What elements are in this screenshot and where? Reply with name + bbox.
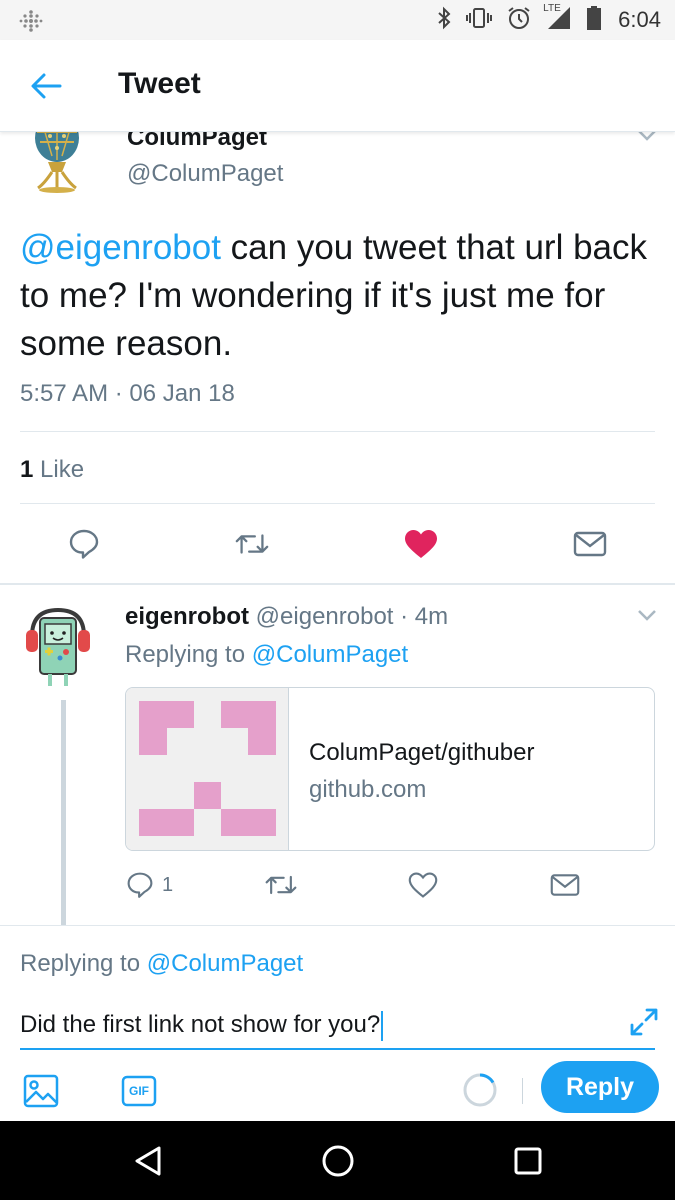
card-title: ColumPaget/githuber [309,739,535,766]
bmo-avatar-icon [26,607,90,686]
tweet-timestamp: 5:57 AM · 06 Jan 18 [20,380,235,407]
reply-author-meta: @eigenrobot · 4m [255,603,449,630]
image-icon [23,1074,59,1108]
replying-to: Replying to @ColumPaget [125,641,408,669]
likes-label: Like [40,456,85,483]
clock: 6:04 [618,7,661,32]
reply-author[interactable]: eigenrobot @eigenrobot · 4m [125,603,448,631]
divider [0,583,675,585]
card-domain: github.com [309,776,427,803]
retweet-icon [235,534,269,554]
reply-button-submit[interactable]: Reply [541,1061,659,1113]
back-button[interactable] [28,68,64,104]
nav-back-button[interactable] [126,1139,170,1183]
character-count-ring [462,1072,498,1108]
reply-author-name: eigenrobot [125,603,249,630]
reply-menu-button[interactable] [636,608,658,627]
compose-replying-label: Replying to [20,950,141,977]
reply-message-button[interactable] [550,870,580,900]
add-photo-button[interactable] [22,1072,60,1110]
triangle-back-icon [135,1146,161,1176]
gif-label: GIF [129,1084,149,1098]
input-underline [20,1048,655,1050]
replying-mention[interactable]: @ColumPaget [252,641,408,668]
replying-label: Replying to [125,641,246,668]
divider [20,431,655,432]
author-handle[interactable]: @ColumPaget [127,160,283,188]
battery-icon [586,5,602,36]
chevron-down-icon [638,610,656,621]
bluetooth-icon [436,6,452,35]
reply-icon [69,529,99,559]
faberge-egg-icon [35,128,79,193]
message-icon [573,531,607,557]
header: Tweet [0,40,675,132]
expand-icon [630,1008,658,1036]
circle-home-icon [322,1145,354,1177]
reply-button[interactable] [66,526,102,562]
reply-retweet-button[interactable] [264,870,298,900]
grid-icon [18,9,44,38]
reply-count: 1 [162,873,174,896]
alarm-icon [506,5,532,36]
retweet-icon [265,875,297,895]
arrow-left-icon [31,73,62,99]
direct-message-button[interactable] [572,526,608,562]
retweet-button[interactable] [234,526,270,562]
nav-recents-button[interactable] [506,1139,550,1183]
reply-input[interactable]: Did the first link not show for you? [20,1005,620,1045]
nav-home-button[interactable] [316,1139,360,1183]
like-button[interactable] [403,526,439,562]
thread-line [61,700,66,926]
identicon-icon [139,701,276,836]
reply-like-button[interactable] [408,870,438,900]
text-caret [381,1010,384,1041]
avatar[interactable] [22,128,92,194]
message-icon [550,874,580,896]
lte-signal-icon: LTE [542,2,574,36]
link-card[interactable]: ColumPaget/githuber github.com [125,687,655,851]
reply-reply-button[interactable]: 1 [126,870,173,900]
reply-icon [127,872,153,898]
likes-count[interactable]: 1 Like [20,456,84,484]
compose-replying-mention[interactable]: @ColumPaget [147,950,303,977]
heart-outline-icon [408,872,438,898]
card-thumbnail [126,688,289,850]
android-nav-bar [0,1121,675,1200]
page-title: Tweet [118,67,201,100]
mention-link[interactable]: @eigenrobot [20,228,221,267]
toolbar-separator [522,1078,523,1104]
divider [20,503,655,504]
add-gif-button[interactable]: GIF [120,1072,158,1110]
expand-compose-button[interactable] [628,1006,660,1038]
divider [0,925,675,926]
reply-avatar[interactable] [22,604,94,694]
status-bar: LTE 6:04 [0,0,675,40]
like-icon [405,530,437,558]
vibrate-icon [464,6,494,35]
tweet-text: @eigenrobot can you tweet that url back … [20,224,660,368]
compose-replying-to: Replying to @ColumPaget [20,950,303,978]
reply-input-text: Did the first link not show for you? [20,1011,381,1038]
likes-number: 1 [20,456,34,483]
lte-label: LTE [542,2,562,14]
square-recents-icon [514,1147,542,1175]
